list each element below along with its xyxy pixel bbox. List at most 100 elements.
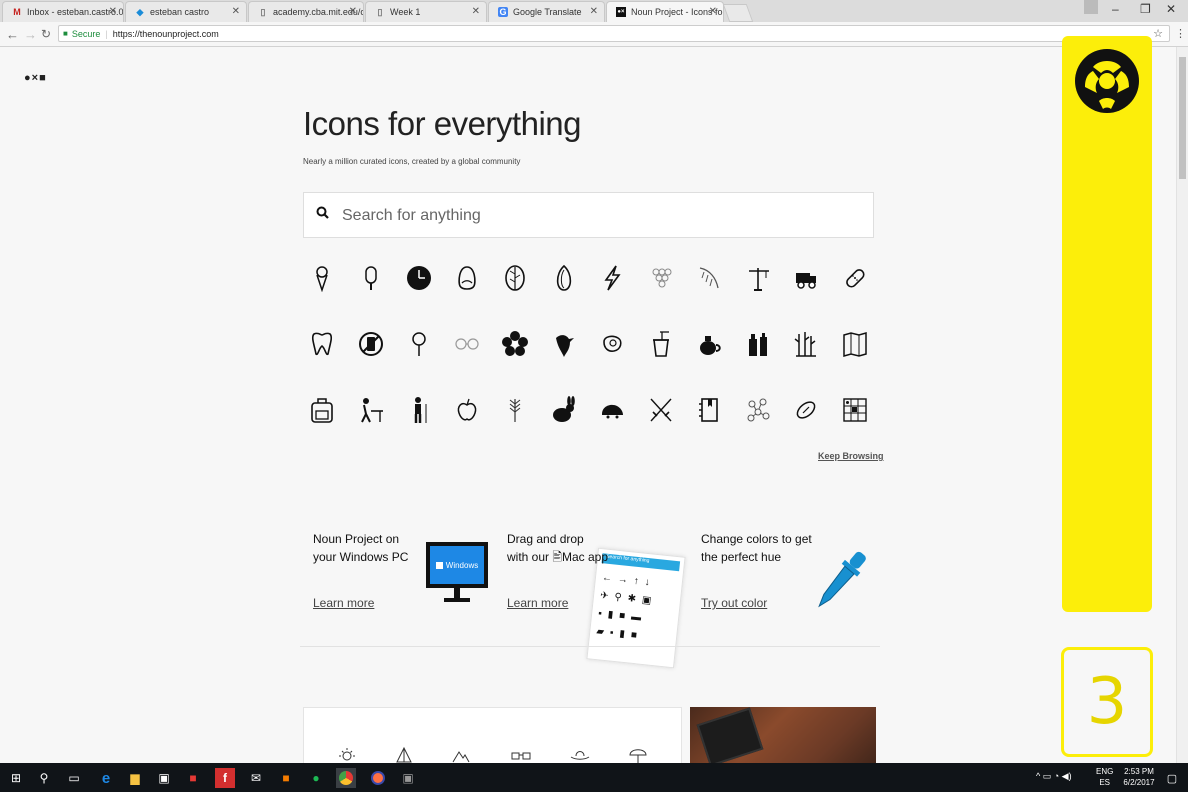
tent-icon [396,746,412,763]
tab-google-translate[interactable]: G Google Translate ✕ [488,1,605,22]
back-icon[interactable]: ← [6,27,19,42]
firefox-icon[interactable] [368,768,388,788]
flower-icon[interactable] [501,329,529,359]
search-input[interactable] [340,203,844,229]
tab-gmail[interactable]: M Inbox - esteban.castro.0 ✕ [2,1,124,22]
molecule-icon[interactable] [744,395,772,425]
teapot-icon[interactable] [695,329,723,359]
forward-icon[interactable]: → [24,27,37,42]
keep-browsing-link[interactable]: Keep Browsing [818,451,884,461]
illustrator-icon[interactable]: ■ [276,768,296,788]
minimize-icon[interactable]: – [1112,2,1119,16]
try-out-color-link[interactable]: Try out color [701,596,767,610]
bottles-icon[interactable] [744,329,772,359]
close-tab-icon[interactable]: ✕ [109,6,117,17]
gift-app-icon[interactable]: ■ [183,768,203,788]
egg-icon[interactable] [453,263,481,293]
tab-profile[interactable]: ◆ esteban castro ✕ [125,1,247,22]
wheat-icon[interactable] [501,395,529,425]
grid-puzzle-icon[interactable] [841,395,869,425]
spotify-icon[interactable]: ● [306,768,326,788]
clock-icon[interactable] [405,263,433,293]
swords-icon[interactable] [647,395,675,425]
edge-icon[interactable]: e [96,768,116,788]
glasses-icon[interactable] [453,329,481,359]
windows-logo-icon [435,561,443,569]
noun-project-logo[interactable]: ●×■ [24,72,47,84]
tab-academy[interactable]: ▯ academy.cba.mit.edu/cla ✕ [248,1,364,22]
hedgehog-icon[interactable] [598,395,626,425]
store-icon[interactable]: ▣ [154,768,174,788]
steak-icon[interactable] [598,329,626,359]
flipboard-icon[interactable]: f [215,768,235,788]
notifications-icon[interactable]: ▢ [1162,768,1182,788]
promo-title-line: your Windows PC [313,550,409,564]
collection-card[interactable] [303,707,682,763]
page-scrollbar[interactable] [1176,47,1188,763]
lock-icon: ■ [63,29,68,38]
desk-worker-icon[interactable] [357,395,385,425]
system-tray-icons[interactable]: ^ ▭ ◔ ◀) [1036,771,1072,782]
rabbit-icon[interactable] [550,395,578,425]
tooth-icon[interactable] [308,329,336,359]
almond-icon[interactable] [550,263,578,293]
restore-icon[interactable]: ❐ [1140,2,1151,16]
new-tab-button[interactable] [722,4,754,22]
cube-icon: ◆ [136,7,144,17]
close-tab-icon[interactable]: ✕ [709,6,717,17]
grapes-icon[interactable] [647,263,675,293]
lollipop-icon[interactable] [405,329,433,359]
tab-noun-project[interactable]: ●× Noun Project - Icons for ✕ [606,1,724,22]
photo-card[interactable] [690,707,876,763]
file-explorer-icon[interactable]: ▆ [125,768,145,788]
apple-icon[interactable] [453,395,481,425]
learn-more-mac-link[interactable]: Learn more [507,596,568,610]
learn-more-windows-link[interactable]: Learn more [313,596,374,610]
reload-icon[interactable]: ↻ [41,27,51,41]
promo-windows-title: Noun Project on your Windows PC [313,530,408,566]
page-title: Icons for everything [303,105,581,142]
no-phone-icon[interactable] [357,329,385,359]
map-icon[interactable] [841,329,869,359]
bird-icon[interactable] [550,329,578,359]
dump-truck-icon[interactable] [792,263,820,293]
football-icon[interactable] [792,395,820,425]
url-field[interactable]: ■ Secure | https://thenounproject.com ☆ [58,25,1170,42]
clock-widget[interactable]: 2:53 PM 6/2/2017 [1118,766,1160,788]
notebook-icon[interactable] [695,395,723,425]
bookmark-star-icon[interactable]: ☆ [1153,27,1163,40]
chrome-icon[interactable] [336,768,356,788]
translate-icon: G [498,7,508,17]
hiker-icon[interactable] [405,395,433,425]
noodle-cup-icon[interactable] [647,329,675,359]
start-windows-icon[interactable]: ⊞ [6,768,26,788]
ice-cream-icon[interactable] [308,263,336,293]
task-view-icon[interactable]: ▭ [64,768,84,788]
tab-week1[interactable]: ▯ Week 1 ✕ [365,1,487,22]
close-tab-icon[interactable]: ✕ [472,6,480,17]
close-window-icon[interactable]: ✕ [1166,2,1176,16]
popsicle-icon[interactable] [357,263,385,293]
profile-icon[interactable] [1084,0,1098,14]
language-indicator[interactable]: ENG ES [1096,766,1113,788]
scrollbar-thumb[interactable] [1179,57,1186,179]
backpack-icon[interactable] [308,395,336,425]
reeds-icon[interactable] [792,329,820,359]
close-tab-icon[interactable]: ✕ [349,6,357,17]
crane-icon[interactable] [744,263,772,293]
menu-icon[interactable]: ⋮ [1175,27,1186,40]
bandage-icon[interactable] [841,263,869,293]
umbrella-icon [629,749,647,763]
cortana-search-icon[interactable]: ⚲ [34,768,54,788]
app-window-icon[interactable]: ▣ [398,768,418,788]
mail-icon[interactable]: ✉ [246,768,266,788]
locale-label: ES [1099,778,1110,787]
lightning-icon[interactable] [598,263,626,293]
leaf-icon[interactable] [501,263,529,293]
tab-strip: M Inbox - esteban.castro.0 ✕ ◆ esteban c… [0,0,1188,22]
close-tab-icon[interactable]: ✕ [232,6,240,17]
feather-icon[interactable] [695,263,723,293]
search-box[interactable] [303,192,874,238]
close-tab-icon[interactable]: ✕ [590,6,598,17]
url-text: https://thenounproject.com [112,28,219,39]
